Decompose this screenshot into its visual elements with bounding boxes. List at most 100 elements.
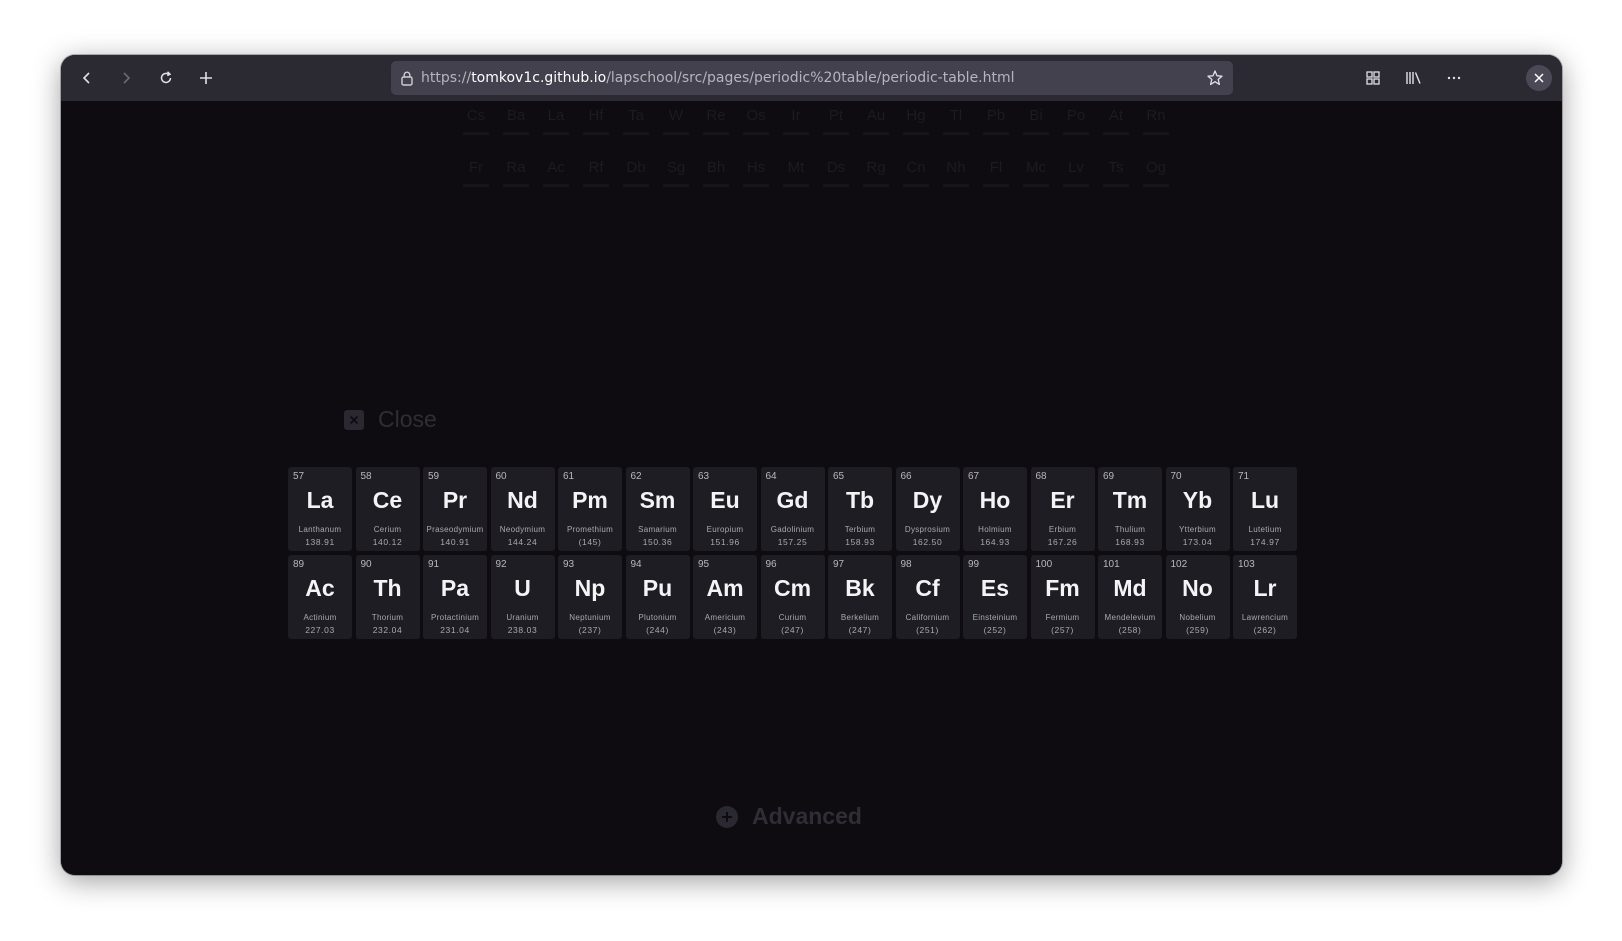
element-number: 99 bbox=[968, 559, 980, 570]
background-element-detail bbox=[503, 184, 529, 187]
element-mass: 174.97 bbox=[1250, 537, 1280, 547]
element-tile-eu[interactable]: 63 Eu Europium 151.96 bbox=[693, 467, 757, 551]
element-mass: 231.04 bbox=[440, 625, 470, 635]
element-mass: 140.91 bbox=[440, 537, 470, 547]
element-symbol: Cm bbox=[773, 575, 812, 601]
background-element-tile: Cn bbox=[897, 153, 935, 203]
element-tile-np[interactable]: 93 Np Neptunium (237) bbox=[558, 555, 622, 639]
background-element-tile: Cs bbox=[457, 101, 495, 151]
background-element-symbol: Ba bbox=[506, 107, 526, 124]
element-name: Dysprosium bbox=[904, 525, 951, 534]
element-tile-la[interactable]: 57 La Lanthanum 138.91 bbox=[288, 467, 352, 551]
element-tile-pm[interactable]: 61 Pm Promethium (145) bbox=[558, 467, 622, 551]
element-tile-es[interactable]: 99 Es Einsteinium (252) bbox=[963, 555, 1027, 639]
url-text[interactable]: https://tomkov1c.github.io/lapschool/src… bbox=[421, 61, 1015, 95]
background-element-tile: Ra bbox=[497, 153, 535, 203]
element-tile-pr[interactable]: 59 Pr Praseodymium 140.91 bbox=[423, 467, 487, 551]
element-tile-fm[interactable]: 100 Fm Fermium (257) bbox=[1030, 555, 1095, 639]
element-number: 71 bbox=[1238, 471, 1250, 482]
f-block-grid: 57 La Lanthanum 138.91 58 Ce Cerium 140.12 59 Pr P… bbox=[288, 467, 1297, 639]
element-tile-sm[interactable]: 62 Sm Samarium 150.36 bbox=[625, 467, 690, 551]
element-number: 65 bbox=[833, 471, 845, 482]
forward-icon[interactable] bbox=[110, 62, 142, 94]
element-tile-bk[interactable]: 97 Bk Berkelium (247) bbox=[828, 555, 892, 639]
element-tile-cm[interactable]: 96 Cm Curium (247) bbox=[760, 555, 825, 639]
element-number: 69 bbox=[1103, 471, 1115, 482]
element-tile-tm[interactable]: 69 Tm Thulium 168.93 bbox=[1098, 467, 1162, 551]
element-number: 97 bbox=[833, 559, 845, 570]
back-icon[interactable] bbox=[71, 62, 103, 94]
element-tile-nd[interactable]: 60 Nd Neodymium 144.24 bbox=[490, 467, 555, 551]
element-tile-gd[interactable]: 64 Gd Gadolinium 157.25 bbox=[760, 467, 825, 551]
url-bar[interactable]: https://tomkov1c.github.io/lapschool/src… bbox=[391, 61, 1233, 95]
element-symbol: Pr bbox=[442, 487, 468, 513]
background-element-tile: Tl bbox=[937, 101, 975, 151]
element-number: 92 bbox=[495, 559, 507, 570]
element-tile-yb[interactable]: 70 Yb Ytterbium 173.04 bbox=[1165, 467, 1230, 551]
close-button[interactable]: Close bbox=[344, 406, 437, 433]
background-element-symbol: Sg bbox=[666, 159, 686, 176]
element-tile-u[interactable]: 92 U Uranium 238.03 bbox=[490, 555, 555, 639]
element-tile-lu[interactable]: 71 Lu Lutetium 174.97 bbox=[1233, 467, 1297, 551]
library-icon[interactable] bbox=[1398, 62, 1430, 94]
background-element-tile: Fl bbox=[977, 153, 1015, 203]
element-number: 57 bbox=[293, 471, 305, 482]
menu-icon[interactable] bbox=[1438, 62, 1470, 94]
background-element-symbol: Mt bbox=[787, 159, 805, 176]
element-tile-lr[interactable]: 103 Lr Lawrencium (262) bbox=[1233, 555, 1297, 639]
background-element-symbol: Cn bbox=[906, 159, 926, 176]
element-mass: (244) bbox=[646, 625, 669, 635]
advanced-button[interactable]: Advanced bbox=[716, 803, 862, 830]
element-tile-no[interactable]: 102 No Nobelium (259) bbox=[1165, 555, 1230, 639]
element-number: 66 bbox=[900, 471, 912, 482]
background-element-tile: Bh bbox=[697, 153, 735, 203]
element-tile-er[interactable]: 68 Er Erbium 167.26 bbox=[1030, 467, 1095, 551]
element-mass: 162.50 bbox=[912, 537, 943, 547]
background-element-detail bbox=[503, 132, 529, 135]
element-tile-md[interactable]: 101 Md Mendelevium (258) bbox=[1098, 555, 1162, 639]
background-element-detail bbox=[1063, 132, 1089, 135]
background-element-symbol: Pt bbox=[828, 107, 844, 124]
element-tile-dy[interactable]: 66 Dy Dysprosium 162.50 bbox=[895, 467, 960, 551]
element-tile-tb[interactable]: 65 Tb Terbium 158.93 bbox=[828, 467, 892, 551]
element-tile-pa[interactable]: 91 Pa Protactinium 231.04 bbox=[423, 555, 487, 639]
element-tile-ac[interactable]: 89 Ac Actinium 227.03 bbox=[288, 555, 352, 639]
close-icon[interactable] bbox=[1526, 65, 1552, 91]
background-element-detail bbox=[1023, 184, 1049, 187]
element-tile-pu[interactable]: 94 Pu Plutonium (244) bbox=[625, 555, 690, 639]
bookmark-star-icon[interactable] bbox=[1206, 69, 1224, 91]
element-tile-am[interactable]: 95 Am Americium (243) bbox=[693, 555, 757, 639]
new-tab-icon[interactable] bbox=[190, 62, 222, 94]
element-tile-th[interactable]: 90 Th Thorium 232.04 bbox=[355, 555, 420, 639]
element-mass: (145) bbox=[578, 537, 602, 547]
element-name: Einsteinium bbox=[972, 613, 1018, 622]
element-mass: 238.03 bbox=[507, 625, 538, 635]
element-symbol: Lu bbox=[1250, 487, 1280, 513]
element-number: 62 bbox=[630, 471, 642, 482]
background-element-detail bbox=[983, 184, 1009, 187]
element-mass: 173.04 bbox=[1182, 537, 1213, 547]
background-element-detail bbox=[703, 184, 729, 187]
background-element-tile: Ir bbox=[777, 101, 815, 151]
background-element-symbol: Og bbox=[1145, 159, 1166, 176]
element-symbol: Yb bbox=[1182, 487, 1213, 513]
background-element-tile: Og bbox=[1137, 153, 1175, 203]
element-tile-ho[interactable]: 67 Ho Holmium 164.93 bbox=[963, 467, 1027, 551]
background-element-symbol: At bbox=[1108, 107, 1124, 124]
extensions-icon[interactable] bbox=[1357, 62, 1389, 94]
background-table-row: Cs Ba La Hf Ta W Re Os Ir Pt Au Hg Tl Pb Bi Po At Rn bbox=[457, 101, 1175, 151]
background-element-detail bbox=[1103, 184, 1129, 187]
element-tile-ce[interactable]: 58 Ce Cerium 140.12 bbox=[355, 467, 420, 551]
element-tile-cf[interactable]: 98 Cf Californium (251) bbox=[895, 555, 960, 639]
element-number: 89 bbox=[293, 559, 305, 570]
element-mass: 158.93 bbox=[845, 537, 875, 547]
element-name: Promethium bbox=[566, 525, 614, 534]
element-name: Terbium bbox=[844, 525, 876, 534]
lock-icon[interactable] bbox=[400, 70, 414, 90]
reload-icon[interactable] bbox=[150, 62, 182, 94]
background-element-symbol: Fl bbox=[989, 159, 1003, 176]
browser-window: https://tomkov1c.github.io/lapschool/src… bbox=[61, 55, 1562, 875]
element-symbol: Np bbox=[574, 575, 606, 601]
background-element-detail bbox=[663, 132, 689, 135]
background-element-detail bbox=[823, 184, 849, 187]
